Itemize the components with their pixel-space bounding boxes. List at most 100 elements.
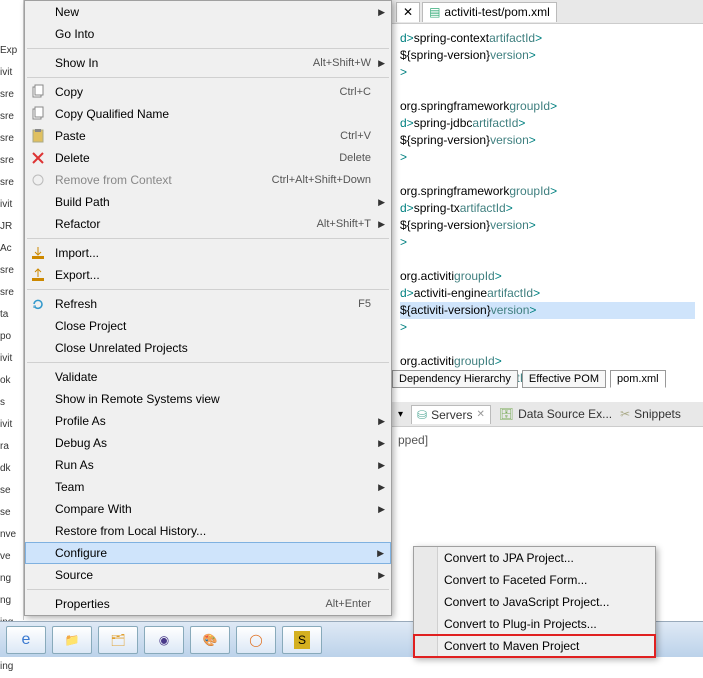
folder-icon: 🗂 xyxy=(110,633,125,647)
views-tabstrip[interactable]: ▾ ⛁ Servers ✕ 🗄 Data Source Ex... ✂ Snip… xyxy=(392,402,703,426)
import-icon xyxy=(30,245,46,261)
editor-area: ✕ ▤ activiti-test/pom.xml d>spring-conte… xyxy=(392,0,703,390)
chevron-right-icon: ▶ xyxy=(378,197,385,208)
tree-item[interactable]: ta xyxy=(0,304,24,326)
tree-item[interactable]: ivit xyxy=(0,62,24,84)
context-menu[interactable]: New▶ Go Into Show InAlt+Shift+W▶ CopyCtr… xyxy=(24,0,392,616)
tree-item[interactable]: se xyxy=(0,502,24,524)
menu-validate[interactable]: Validate xyxy=(25,366,391,388)
editor-tab-pom[interactable]: ▤ activiti-test/pom.xml xyxy=(422,2,557,22)
menu-build-path[interactable]: Build Path▶ xyxy=(25,191,391,213)
menu-copy-qualified-name[interactable]: Copy Qualified Name xyxy=(25,103,391,125)
tab-dependency-hierarchy[interactable]: Dependency Hierarchy xyxy=(392,370,518,388)
close-icon[interactable]: ✕ xyxy=(476,409,484,420)
paint-icon: 🎨 xyxy=(203,633,218,647)
eclipse-icon: ◉ xyxy=(159,633,169,647)
remove-icon xyxy=(30,172,46,188)
taskbar-paint[interactable]: 🎨 xyxy=(190,626,230,654)
tree-item[interactable]: se xyxy=(0,480,24,502)
tab-effective-pom[interactable]: Effective POM xyxy=(522,370,606,388)
tab-servers[interactable]: ⛁ Servers ✕ xyxy=(411,405,491,424)
tree-item[interactable]: sre xyxy=(0,150,24,172)
menu-properties[interactable]: PropertiesAlt+Enter xyxy=(25,593,391,615)
menu-close-unrelated[interactable]: Close Unrelated Projects xyxy=(25,337,391,359)
tree-item[interactable]: ivit xyxy=(0,414,24,436)
servers-view-body[interactable]: pped] xyxy=(392,426,703,546)
tree-item[interactable]: nve xyxy=(0,524,24,546)
chevron-down-icon[interactable]: ▾ xyxy=(398,409,403,420)
taskbar-folder[interactable]: 🗂 xyxy=(98,626,138,654)
tree-item[interactable]: sre xyxy=(0,84,24,106)
tree-item[interactable]: sre xyxy=(0,260,24,282)
menu-export[interactable]: Export... xyxy=(25,264,391,286)
tree-item[interactable]: ing xyxy=(0,656,24,678)
menu-new[interactable]: New▶ xyxy=(25,1,391,23)
tree-item[interactable]: sre xyxy=(0,172,24,194)
menu-paste[interactable]: PasteCtrl+V xyxy=(25,125,391,147)
menu-run-as[interactable]: Run As▶ xyxy=(25,454,391,476)
menu-refactor[interactable]: RefactorAlt+Shift+T▶ xyxy=(25,213,391,235)
refresh-icon xyxy=(30,296,46,312)
delete-icon xyxy=(30,150,46,166)
menu-source[interactable]: Source▶ xyxy=(25,564,391,586)
submenu-convert-jpa[interactable]: Convert to JPA Project... xyxy=(414,547,655,569)
chevron-right-icon: ▶ xyxy=(378,438,385,449)
tree-item[interactable]: Ac xyxy=(0,238,24,260)
menu-configure[interactable]: Configure▶ xyxy=(25,542,391,564)
tree-item[interactable]: po xyxy=(0,326,24,348)
menu-debug-as[interactable]: Debug As▶ xyxy=(25,432,391,454)
submenu-convert-plugin[interactable]: Convert to Plug-in Projects... xyxy=(414,613,655,635)
menu-import[interactable]: Import... xyxy=(25,242,391,264)
taskbar-media[interactable]: ◯ xyxy=(236,626,276,654)
tab-pom-xml[interactable]: pom.xml xyxy=(610,370,666,388)
menu-profile-as[interactable]: Profile As▶ xyxy=(25,410,391,432)
tree-item[interactable]: sre xyxy=(0,128,24,150)
menu-restore-history[interactable]: Restore from Local History... xyxy=(25,520,391,542)
taskbar-eclipse[interactable]: ◉ xyxy=(144,626,184,654)
menu-team[interactable]: Team▶ xyxy=(25,476,391,498)
menu-refresh[interactable]: RefreshF5 xyxy=(25,293,391,315)
menu-show-in[interactable]: Show InAlt+Shift+W▶ xyxy=(25,52,391,74)
menu-go-into[interactable]: Go Into xyxy=(25,23,391,45)
tab-snippets[interactable]: ✂ Snippets xyxy=(620,407,681,421)
chevron-right-icon: ▶ xyxy=(378,504,385,515)
configure-submenu[interactable]: Convert to JPA Project... Convert to Fac… xyxy=(413,546,656,658)
code-editor[interactable]: d>spring-contextartifactId>${spring-vers… xyxy=(392,24,703,393)
tree-item[interactable]: ok xyxy=(0,370,24,392)
tree-item[interactable]: JR xyxy=(0,216,24,238)
tree-item[interactable]: ng xyxy=(0,590,24,612)
tree-item[interactable]: sre xyxy=(0,282,24,304)
tree-item[interactable]: ra xyxy=(0,436,24,458)
submenu-convert-maven[interactable]: Convert to Maven Project xyxy=(414,635,655,657)
taskbar-explorer[interactable]: 📁 xyxy=(52,626,92,654)
chevron-right-icon: ▶ xyxy=(378,570,385,581)
tab-data-source-explorer[interactable]: 🗄 Data Source Ex... xyxy=(499,407,612,421)
submenu-convert-faceted[interactable]: Convert to Faceted Form... xyxy=(414,569,655,591)
chevron-right-icon: ▶ xyxy=(378,7,385,18)
file-icon: ▤ xyxy=(429,5,440,19)
tree-item[interactable]: ivit xyxy=(0,194,24,216)
menu-delete[interactable]: DeleteDelete xyxy=(25,147,391,169)
menu-copy[interactable]: CopyCtrl+C xyxy=(25,81,391,103)
copy-icon xyxy=(30,106,46,122)
menu-remove-from-context: Remove from ContextCtrl+Alt+Shift+Down xyxy=(25,169,391,191)
server-status-text: pped] xyxy=(398,433,428,447)
database-icon: 🗄 xyxy=(499,407,514,421)
menu-close-project[interactable]: Close Project xyxy=(25,315,391,337)
submenu-convert-js[interactable]: Convert to JavaScript Project... xyxy=(414,591,655,613)
tree-item[interactable]: ve xyxy=(0,546,24,568)
taskbar-ie[interactable]: e xyxy=(6,626,46,654)
tree-item[interactable]: sre xyxy=(0,106,24,128)
tree-item[interactable]: dk xyxy=(0,458,24,480)
editor-tabs[interactable]: ✕ ▤ activiti-test/pom.xml xyxy=(392,0,703,24)
menu-show-remote[interactable]: Show in Remote Systems view xyxy=(25,388,391,410)
tree-item[interactable]: Exp xyxy=(0,40,24,62)
editor-tab-active[interactable]: ✕ xyxy=(396,2,420,22)
tree-item[interactable]: s xyxy=(0,392,24,414)
menu-compare-with[interactable]: Compare With▶ xyxy=(25,498,391,520)
tree-item[interactable]: ng xyxy=(0,568,24,590)
taskbar-app[interactable]: S xyxy=(282,626,322,654)
pom-editor-tabs[interactable]: Dependency Hierarchy Effective POM pom.x… xyxy=(392,368,666,390)
app-icon: S xyxy=(294,631,310,649)
tree-item[interactable]: ivit xyxy=(0,348,24,370)
